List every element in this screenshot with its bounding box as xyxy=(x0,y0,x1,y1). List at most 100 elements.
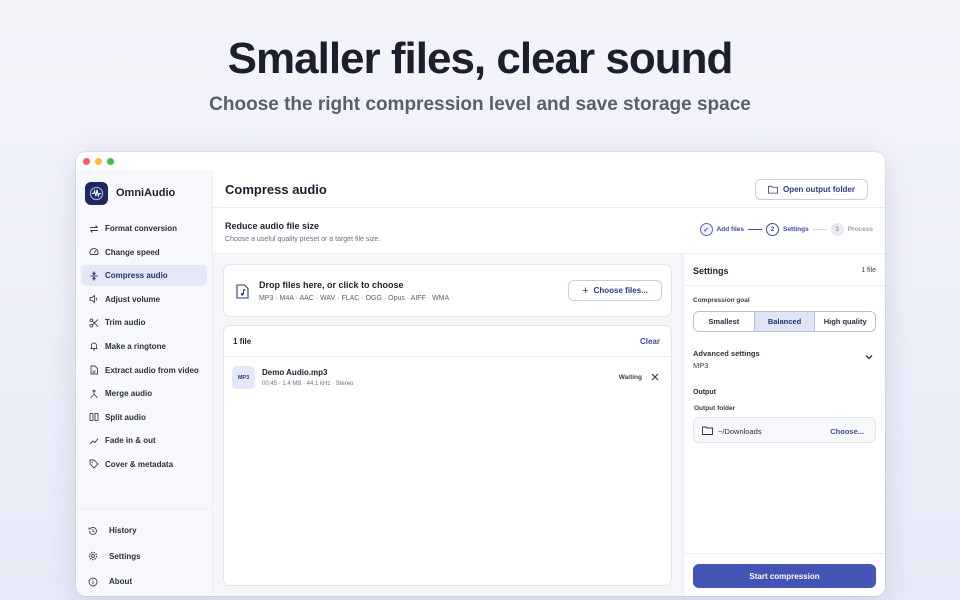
folder-icon xyxy=(702,426,713,435)
sidebar-item-label: Trim audio xyxy=(105,318,146,328)
open-output-folder-button[interactable]: Open output folder xyxy=(755,179,868,200)
settings-sidebar: Settings 1 file Compression goal Smalles… xyxy=(683,254,885,596)
sidebar-item-adjust-volume[interactable]: Adjust volume xyxy=(81,289,207,310)
file-dropzone[interactable]: Drop files here, or click to choose MP3 … xyxy=(223,264,672,317)
sidebar-item-merge-audio[interactable]: Merge audio xyxy=(81,383,207,404)
goal-option-smallest[interactable]: Smallest xyxy=(694,312,755,331)
file-name: Demo Audio.mp3 xyxy=(262,368,328,377)
close-window-button[interactable] xyxy=(83,158,90,165)
choose-files-label: Choose files... xyxy=(593,286,648,295)
sidebar-item-change-speed[interactable]: Change speed xyxy=(81,242,207,263)
clear-button[interactable]: Clear xyxy=(640,337,660,346)
sidebar-nav: Format conversion Change speed Compress … xyxy=(81,218,207,478)
step-label: Settings xyxy=(783,226,809,233)
sidebar-item-make-ringtone[interactable]: Make a ringtone xyxy=(81,336,207,357)
file-list: 1 file Clear MP3 Demo Audio.mp3 00:45 · … xyxy=(223,325,672,586)
task-description: Choose a useful quality preset or a targ… xyxy=(225,236,381,243)
sidebar-item-label: Merge audio xyxy=(105,389,153,399)
close-icon[interactable] xyxy=(650,372,660,382)
page-title: Compress audio xyxy=(225,182,327,197)
volume-icon xyxy=(89,294,99,304)
audio-file-icon xyxy=(236,284,249,299)
sidebar-item-label: Compress audio xyxy=(105,271,168,281)
scissors-icon xyxy=(89,318,99,328)
sidebar-item-format-conversion[interactable]: Format conversion xyxy=(81,218,207,239)
advanced-settings-toggle[interactable]: Advanced settings xyxy=(693,349,760,358)
minimize-window-button[interactable] xyxy=(95,158,102,165)
settings-title: Settings xyxy=(693,266,729,276)
gear-icon xyxy=(88,551,98,561)
bell-icon xyxy=(89,341,99,351)
step-connector xyxy=(812,229,827,230)
step-number: 2 xyxy=(766,223,780,236)
sidebar-item-label: About xyxy=(109,577,133,587)
fade-icon xyxy=(89,436,99,446)
open-output-folder-label: Open output folder xyxy=(783,185,855,194)
sidebar-item-settings[interactable]: Settings xyxy=(76,544,213,570)
settings-header: Settings 1 file xyxy=(684,254,885,286)
sidebar-item-compress-audio[interactable]: Compress audio xyxy=(81,265,207,287)
check-icon: ✓ xyxy=(699,223,713,236)
step-label: Process xyxy=(847,226,873,233)
title-bar xyxy=(76,152,885,170)
sidebar-item-label: Extract audio from video xyxy=(105,365,199,375)
app-logo-icon xyxy=(85,181,108,205)
file-list-header: 1 file Clear xyxy=(224,326,671,357)
compress-icon xyxy=(89,271,99,281)
hero-title: Smaller files, clear sound xyxy=(227,34,734,83)
settings-file-count: 1 file xyxy=(861,267,876,274)
goal-option-balanced[interactable]: Balanced xyxy=(754,312,816,331)
folder-icon xyxy=(768,185,778,194)
step-settings[interactable]: 2 Settings xyxy=(766,223,809,236)
sidebar-item-split-audio[interactable]: Split audio xyxy=(81,407,207,428)
task-subheader: Reduce audio file size Choose a useful q… xyxy=(213,208,885,254)
file-icon xyxy=(89,365,99,375)
sidebar-item-about[interactable]: About xyxy=(76,569,213,595)
sidebar-item-label: Cover & metadata xyxy=(105,459,174,469)
file-count: 1 file xyxy=(233,337,252,346)
advanced-format-value: MP3 xyxy=(693,361,709,370)
sidebar-footer: History Settings About xyxy=(76,508,213,595)
sidebar-item-label: Fade in & out xyxy=(105,436,156,446)
file-meta: 00:45 · 1.4 MB · 44.1 kHz · Stereo xyxy=(262,381,354,387)
file-status: Waiting xyxy=(618,374,642,381)
info-icon xyxy=(88,577,98,587)
dropzone-title: Drop files here, or click to choose xyxy=(259,280,404,290)
sidebar-item-fade[interactable]: Fade in & out xyxy=(81,430,207,451)
settings-footer: Start compression xyxy=(684,553,885,596)
task-title: Reduce audio file size xyxy=(225,221,320,231)
start-compression-button[interactable]: Start compression xyxy=(693,564,876,588)
goal-option-high-quality[interactable]: High quality xyxy=(815,312,875,331)
merge-icon xyxy=(89,389,99,399)
history-icon xyxy=(88,526,98,536)
sidebar-item-history[interactable]: History xyxy=(76,518,213,544)
step-process[interactable]: 3 Process xyxy=(830,223,873,236)
app-window: OmniAudio Format conversion Change speed… xyxy=(76,152,885,596)
tag-icon xyxy=(89,459,99,470)
sidebar-item-label: Adjust volume xyxy=(105,294,161,304)
maximize-window-button[interactable] xyxy=(107,158,114,165)
sidebar-item-label: Change speed xyxy=(105,247,160,257)
speedometer-icon xyxy=(89,247,99,257)
choose-folder-button[interactable]: Choose... xyxy=(830,427,864,436)
choose-files-button[interactable]: + Choose files... xyxy=(568,280,662,301)
file-type-badge: MP3 xyxy=(232,366,255,389)
step-add-files[interactable]: ✓ Add files xyxy=(699,223,744,236)
step-connector xyxy=(748,229,763,230)
sidebar-item-trim-audio[interactable]: Trim audio xyxy=(81,312,207,333)
sidebar-item-label: Format conversion xyxy=(105,224,178,233)
chevron-down-icon[interactable] xyxy=(864,353,874,361)
plus-icon: + xyxy=(582,284,589,297)
output-folder-path: ~/Downloads xyxy=(718,427,762,436)
output-section-title: Output xyxy=(693,389,716,396)
output-folder-label: Output folder xyxy=(694,405,736,412)
hero-subtitle: Choose the right compression level and s… xyxy=(209,94,751,115)
file-row[interactable]: MP3 Demo Audio.mp3 00:45 · 1.4 MB · 44.1… xyxy=(224,357,671,397)
sidebar-item-label: Make a ringtone xyxy=(105,341,166,351)
sidebar: OmniAudio Format conversion Change speed… xyxy=(76,170,213,596)
output-folder-field: ~/Downloads Choose... xyxy=(693,417,876,443)
swap-arrows-icon xyxy=(89,224,99,234)
progress-steps: ✓ Add files 2 Settings 3 Process xyxy=(699,223,873,236)
sidebar-item-extract-audio[interactable]: Extract audio from video xyxy=(81,360,207,381)
sidebar-item-cover-metadata[interactable]: Cover & metadata xyxy=(81,454,207,475)
